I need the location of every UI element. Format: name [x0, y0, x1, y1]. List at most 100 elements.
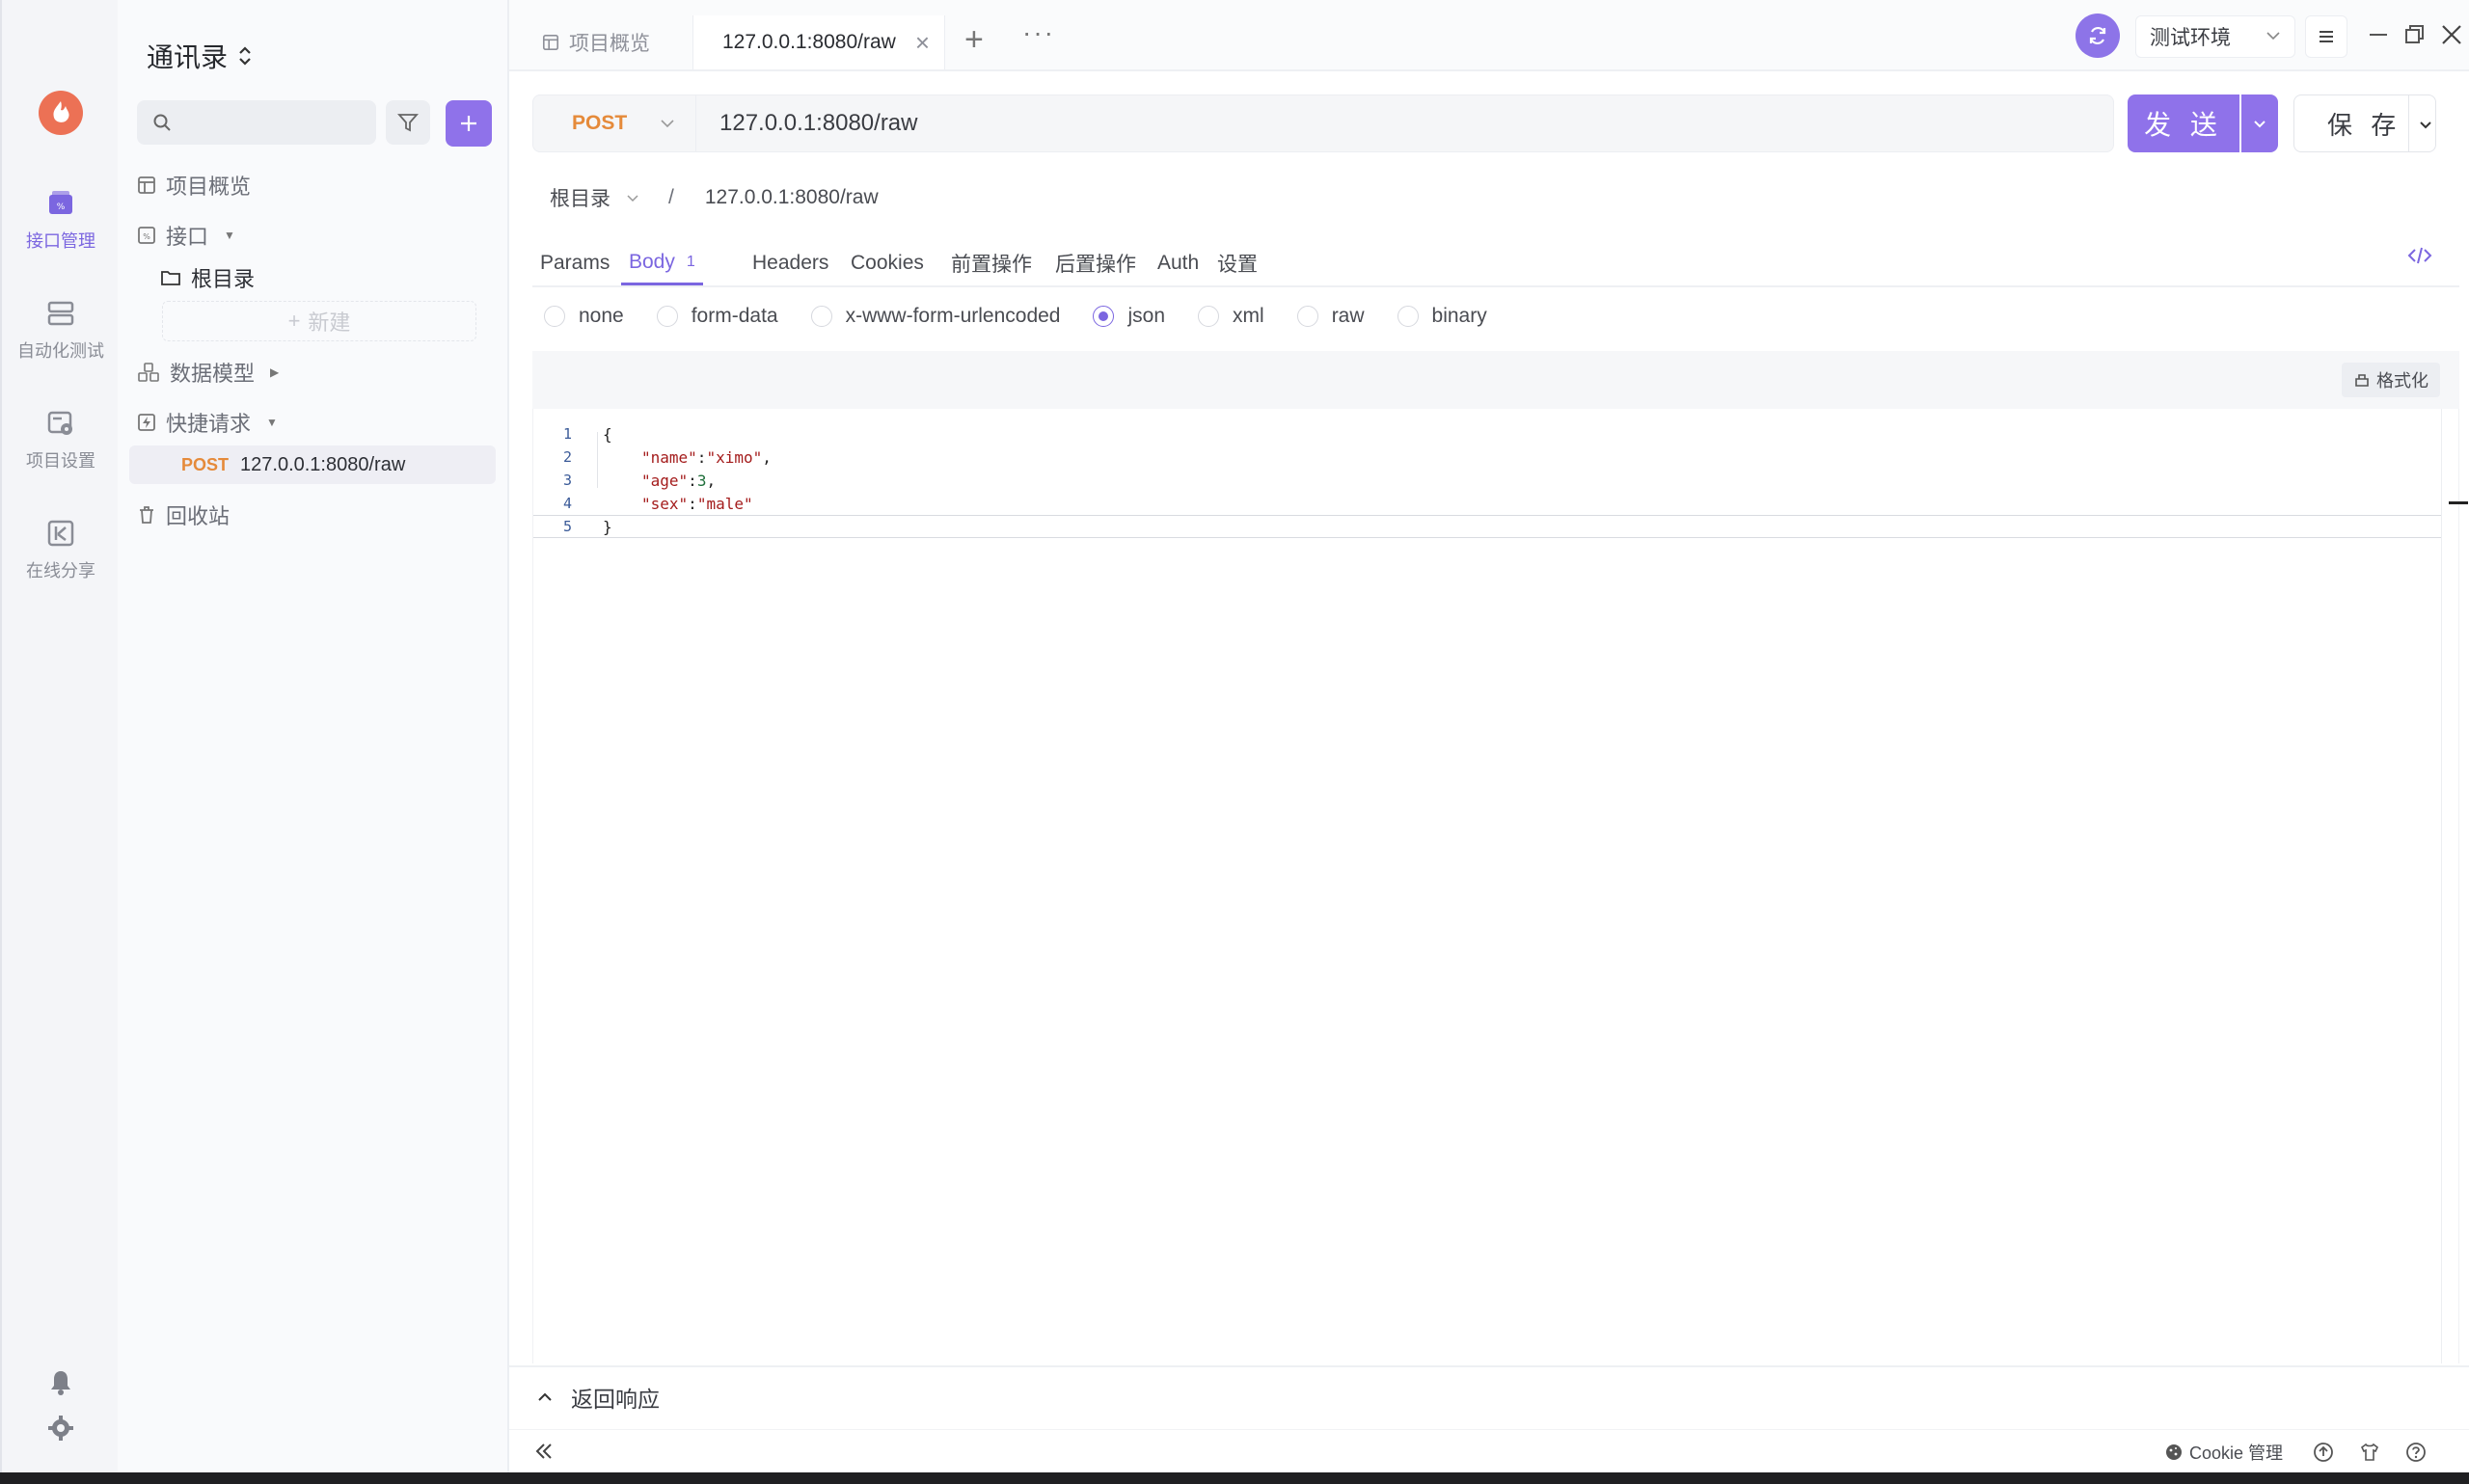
- tab-cookies[interactable]: Cookies: [843, 241, 932, 285]
- rail-item-label: 在线分享: [26, 561, 95, 580]
- bell-icon[interactable]: [46, 1367, 75, 1396]
- project-tree-panel: 通讯录 项目概览 % 接口 ▼ 根目录 + 新建 数据模型 ▶ 快捷请求 ▼ P…: [118, 0, 509, 1472]
- tab-body[interactable]: Body 1: [621, 241, 703, 285]
- response-panel-toggle[interactable]: 返回响应: [509, 1365, 2469, 1427]
- tree-search-box[interactable]: [137, 100, 376, 145]
- automation-test-icon: [47, 301, 74, 326]
- radio-none[interactable]: none: [544, 305, 624, 328]
- search-icon: [153, 114, 171, 131]
- tree-item-quick-request[interactable]: POST 127.0.0.1:8080/raw: [129, 445, 496, 484]
- tree-item-quick-requests[interactable]: 快捷请求 ▼: [137, 403, 278, 442]
- help-icon[interactable]: [2405, 1442, 2427, 1463]
- sync-button[interactable]: [2076, 13, 2120, 58]
- tree-item-data-models[interactable]: 数据模型 ▶: [137, 353, 279, 391]
- tab-active-request[interactable]: 127.0.0.1:8080/raw ×: [692, 15, 945, 69]
- tree-search-input[interactable]: [181, 111, 365, 134]
- main-panel: 项目概览 127.0.0.1:8080/raw × + ··· 测试环境 POS…: [509, 0, 2469, 1472]
- tree-item-label: 项目概览: [166, 175, 252, 199]
- rail-item-project-settings[interactable]: 项目设置: [2, 409, 120, 472]
- tree-item-label: 数据模型: [170, 362, 256, 386]
- radio-json[interactable]: json: [1093, 305, 1165, 328]
- tree-item-root-folder[interactable]: 根目录: [160, 258, 255, 297]
- save-label: 保 存: [2327, 110, 2402, 140]
- json-value: "male": [696, 494, 753, 513]
- tree-item-overview[interactable]: 项目概览: [137, 166, 251, 204]
- tree-item-api[interactable]: % 接口 ▼: [137, 216, 235, 255]
- rail-item-online-share[interactable]: 在线分享: [2, 519, 120, 582]
- radio-label: json: [1127, 305, 1166, 327]
- rail-item-api-management[interactable]: % 接口管理: [2, 189, 120, 253]
- rail-item-label: 接口管理: [26, 231, 95, 251]
- tree-new-button[interactable]: + 新建: [162, 301, 476, 341]
- caret-down-icon: ▼: [224, 229, 235, 242]
- code-text: "name":"ximo",: [641, 447, 772, 467]
- tree-item-label: 根目录: [191, 267, 256, 291]
- breadcrumb-separator: /: [668, 186, 674, 208]
- radio-form-data[interactable]: form-data: [656, 305, 778, 328]
- url-input[interactable]: [696, 94, 2114, 152]
- format-button[interactable]: 格式化: [2342, 363, 2440, 397]
- radio-xml[interactable]: xml: [1198, 305, 1264, 328]
- shirt-icon[interactable]: [2359, 1442, 2380, 1463]
- send-button[interactable]: 发 送: [2128, 94, 2239, 152]
- json-comma: ,: [706, 471, 717, 490]
- radio-x-www-form-urlencoded[interactable]: x-www-form-urlencoded: [810, 305, 1060, 328]
- radio-raw[interactable]: raw: [1296, 305, 1365, 328]
- editor-toolbar: 格式化: [532, 351, 2459, 409]
- json-editor[interactable]: 1 { 2 "name":"ximo", 3 "age":3, 4 "sex":…: [532, 409, 2468, 1363]
- body-type-options: none form-data x-www-form-urlencoded jso…: [544, 305, 1520, 328]
- cookie-icon: [2166, 1444, 2182, 1460]
- double-chevron-left-icon[interactable]: [532, 1440, 556, 1463]
- svg-text:%: %: [143, 232, 150, 241]
- project-switcher[interactable]: 通讯录: [147, 37, 253, 75]
- code-text: "age":3,: [641, 471, 717, 490]
- close-icon[interactable]: ×: [915, 28, 930, 58]
- save-button[interactable]: 保 存: [2293, 94, 2436, 152]
- tab-post-operations[interactable]: 后置操作: [1047, 241, 1144, 285]
- add-button[interactable]: [446, 100, 492, 147]
- lightning-box-icon: [138, 414, 155, 431]
- method-badge: POST: [181, 454, 230, 474]
- environment-select[interactable]: 测试环境: [2135, 15, 2295, 58]
- json-value: "ximo": [706, 447, 763, 467]
- rail-item-automation-test[interactable]: 自动化测试: [2, 299, 120, 363]
- os-taskbar: [0, 1472, 2469, 1484]
- tab-label: 127.0.0.1:8080/raw: [722, 31, 896, 53]
- add-tab-button[interactable]: +: [964, 21, 984, 59]
- format-icon: [2355, 374, 2369, 387]
- nav-rail: % 接口管理 自动化测试 项目设置 在线分享: [0, 0, 118, 1472]
- code-line: 4 "sex":"male": [533, 492, 2441, 515]
- send-dropdown-button[interactable]: [2241, 94, 2278, 152]
- save-split-divider: [2408, 95, 2409, 151]
- chevron-down-icon[interactable]: [624, 189, 641, 206]
- minimize-icon[interactable]: [2365, 21, 2392, 48]
- tab-settings[interactable]: 设置: [1209, 241, 1265, 285]
- env-menu-button[interactable]: [2305, 15, 2347, 58]
- folder-icon: [161, 271, 180, 285]
- api-icon: %: [138, 227, 155, 244]
- tab-params[interactable]: Params: [532, 241, 617, 285]
- radio-label: xml: [1233, 305, 1264, 327]
- chevron-down-icon[interactable]: [2416, 115, 2435, 134]
- gear-icon[interactable]: [46, 1414, 75, 1443]
- filter-button[interactable]: [386, 100, 430, 145]
- tab-auth[interactable]: Auth: [1150, 241, 1207, 285]
- breadcrumb: 根目录 / 127.0.0.1:8080/raw: [550, 183, 879, 212]
- tab-headers[interactable]: Headers: [745, 241, 836, 285]
- radio-binary[interactable]: binary: [1397, 305, 1487, 328]
- cookie-manager-button[interactable]: Cookie 管理: [2164, 1440, 2283, 1465]
- tab-pre-operations[interactable]: 前置操作: [943, 241, 1040, 285]
- code-icon[interactable]: [2407, 243, 2432, 268]
- editor-scrollbar[interactable]: [2441, 409, 2458, 1363]
- method-select[interactable]: POST: [532, 94, 696, 152]
- upload-icon[interactable]: [2313, 1442, 2334, 1463]
- caret-down-icon: ▼: [266, 416, 278, 429]
- window-close-icon[interactable]: [2438, 21, 2465, 48]
- line-number: 5: [562, 518, 572, 535]
- breadcrumb-root[interactable]: 根目录: [550, 183, 610, 212]
- radio-label: none: [579, 305, 624, 327]
- tab-project-overview[interactable]: 项目概览: [523, 15, 669, 69]
- more-tabs-button[interactable]: ···: [1022, 17, 1055, 48]
- tree-item-trash[interactable]: 回收站: [137, 496, 230, 534]
- restore-icon[interactable]: [2401, 21, 2428, 48]
